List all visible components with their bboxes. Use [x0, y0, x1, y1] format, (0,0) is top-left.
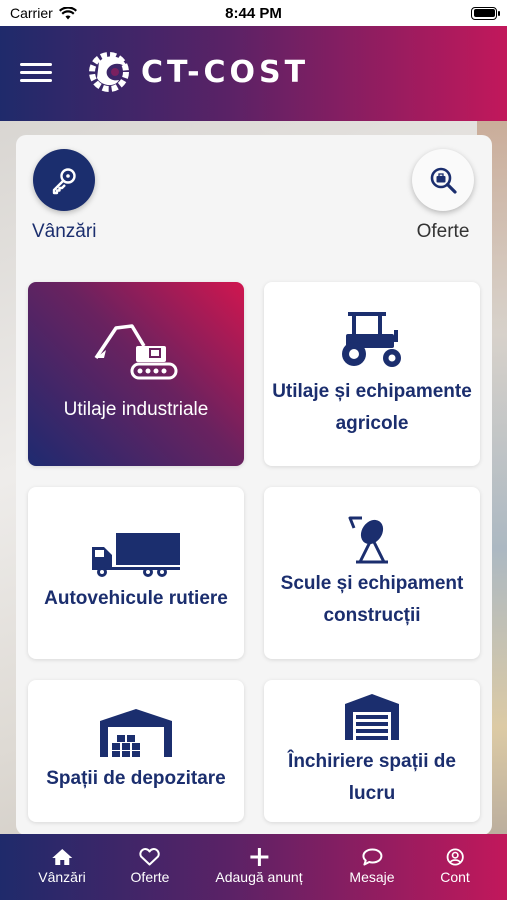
key-icon	[53, 168, 76, 195]
status-time: 8:44 PM	[225, 4, 282, 22]
category-storage-spaces[interactable]: Spații de depozitare	[28, 680, 244, 822]
quick-sales-label: Vânzări	[32, 221, 97, 242]
category-construction-tools[interactable]: Scule și echipament construcții	[264, 487, 480, 659]
brand-name: CT-COST	[141, 54, 310, 90]
tractor-icon	[342, 312, 401, 367]
truck-icon	[92, 533, 180, 577]
nav-account[interactable]: Cont	[440, 848, 470, 885]
nav-label: Mesaje	[349, 869, 395, 885]
category-road-vehicles[interactable]: Autovehicule rutiere	[28, 487, 244, 659]
concrete-mixer-icon	[348, 516, 388, 564]
key-circle	[33, 149, 96, 211]
wifi-icon	[58, 6, 77, 19]
carrier-label: Carrier	[10, 5, 53, 21]
category-label: Închiriere spații de lucru	[288, 751, 456, 804]
quick-sales-button[interactable]: Vânzări	[32, 149, 96, 243]
quick-offers-label: Oferte	[416, 221, 470, 242]
nav-messages[interactable]: Mesaje	[349, 848, 395, 885]
nav-label: Vânzări	[38, 869, 86, 885]
main-card: Vânzări Oferte Utilaje industriale Utila…	[16, 135, 492, 835]
category-label: Spații de depozitare	[46, 768, 226, 789]
status-left: Carrier	[10, 5, 77, 21]
nav-sales[interactable]: Vânzări	[38, 848, 86, 885]
chat-icon	[361, 848, 382, 866]
nav-offers[interactable]: Oferte	[130, 848, 170, 885]
excavator-icon	[94, 324, 178, 380]
search-circle	[412, 149, 474, 211]
bottom-navigation: Vânzări Oferte Adaugă anunț Mesaje Cont	[0, 834, 507, 900]
plus-icon	[249, 848, 268, 866]
category-label: Scule și echipament construcții	[280, 573, 464, 626]
category-label: Utilaje și echipamente agricole	[272, 381, 472, 434]
battery-icon	[471, 6, 500, 20]
app-header: CT-COST	[0, 26, 507, 121]
nav-label: Oferte	[130, 869, 170, 885]
garage-icon	[345, 694, 399, 740]
quick-offers-button[interactable]: Oferte	[412, 149, 474, 243]
user-icon	[446, 848, 464, 866]
heart-icon	[139, 848, 161, 866]
nav-label: Adaugă anunț	[215, 869, 303, 885]
warehouse-icon	[100, 709, 172, 757]
home-icon	[52, 849, 72, 865]
search-briefcase-icon	[430, 167, 457, 194]
brand-logo[interactable]: CT-COST	[85, 48, 309, 96]
category-industrial-machinery[interactable]: Utilaje industriale	[28, 282, 244, 466]
category-label: Autovehicule rutiere	[44, 588, 228, 609]
nav-label: Cont	[440, 869, 470, 885]
nav-add-listing[interactable]: Adaugă anunț	[215, 848, 303, 885]
category-agricultural-equipment[interactable]: Utilaje și echipamente agricole	[264, 282, 480, 466]
logo-gear-icon	[89, 52, 129, 92]
category-workspace-rental[interactable]: Închiriere spații de lucru	[264, 680, 480, 822]
hamburger-menu-icon[interactable]	[20, 63, 52, 83]
category-label: Utilaje industriale	[63, 399, 209, 420]
status-bar: Carrier 8:44 PM	[0, 0, 507, 26]
